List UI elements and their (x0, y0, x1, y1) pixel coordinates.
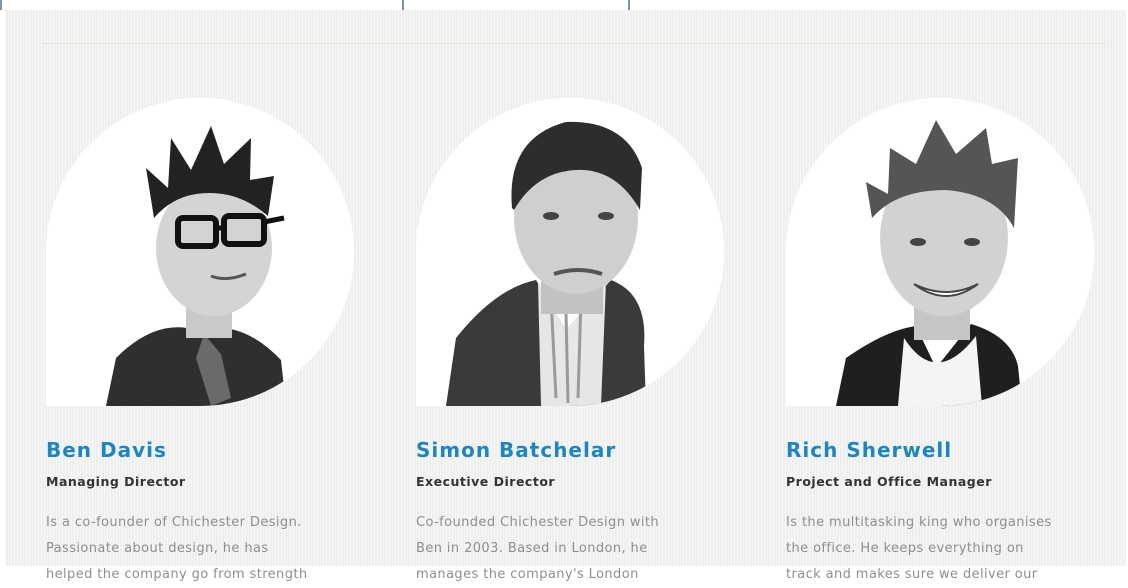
section-divider (42, 43, 1105, 44)
tab-divider (402, 0, 404, 10)
bio-line: Co-founded Chichester Design with (416, 515, 660, 530)
tab-divider (0, 0, 2, 10)
portrait-photo (786, 98, 1094, 406)
bio-line: Is a co-founder of Chichester Design. (46, 515, 302, 530)
bio-line: Passionate about design, he has (46, 541, 269, 556)
member-photo[interactable] (46, 98, 354, 406)
bio-line: the office. He keeps everything on (786, 541, 1024, 556)
tab-divider (628, 0, 630, 10)
top-strip (0, 0, 1128, 10)
portrait-photo (46, 98, 354, 406)
member-name[interactable]: Simon Batchelar (416, 438, 616, 462)
member-role: Managing Director (46, 474, 186, 489)
member-role: Executive Director (416, 474, 556, 489)
team-section: Ben Davis Managing Director Is a co-foun… (5, 10, 1126, 582)
bio-line: Is the multitasking king who organises (786, 515, 1052, 530)
member-role: Project and Office Manager (786, 474, 992, 489)
member-bio: Is the multitasking king who organises t… (786, 510, 1106, 588)
team-member-card: Ben Davis Managing Director Is a co-foun… (46, 98, 366, 582)
member-bio: Is a co-founder of Chichester Design. Pa… (46, 510, 366, 588)
member-name[interactable]: Ben Davis (46, 438, 167, 462)
bio-line: Ben in 2003. Based in London, he (416, 541, 648, 556)
member-photo[interactable] (786, 98, 1094, 406)
team-member-card: Simon Batchelar Executive Director Co-fo… (416, 98, 736, 582)
member-name[interactable]: Rich Sherwell (786, 438, 952, 462)
member-bio: Co-founded Chichester Design with Ben in… (416, 510, 736, 588)
portrait-photo (416, 98, 724, 406)
team-member-card: Rich Sherwell Project and Office Manager… (786, 98, 1106, 582)
member-photo[interactable] (416, 98, 724, 406)
